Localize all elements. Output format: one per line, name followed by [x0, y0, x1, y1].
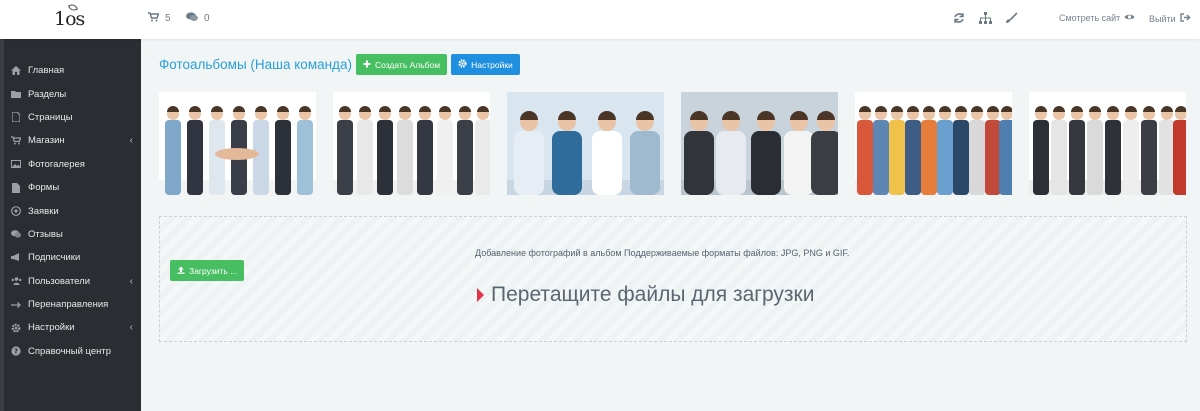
sidebar-item-10[interactable]: Перенаправления	[4, 293, 141, 316]
sidebar-item-label: Магазин	[28, 135, 65, 147]
photo-gallery	[159, 92, 1186, 195]
sidebar-item-label: Формы	[28, 182, 60, 194]
view-site-link[interactable]: Смотреть сайт	[1059, 13, 1135, 23]
office-team-photo[interactable]	[1029, 92, 1186, 195]
comments-icon	[186, 12, 198, 25]
sidebar: Главная Разделы Страницы Магазин ‹ Фотогалере…	[0, 39, 141, 411]
site-logo[interactable]: 1os	[54, 2, 94, 34]
dropzone-text: Перетащите файлы для загрузки	[491, 283, 815, 306]
sidebar-menu: Главная Разделы Страницы Магазин ‹ Фотогалере…	[4, 39, 141, 363]
gear-icon	[10, 322, 22, 334]
sidebar-item-12[interactable]: ? Справочный центр	[4, 340, 141, 363]
inbox-icon	[10, 205, 22, 217]
sidebar-item-1[interactable]: Разделы	[4, 82, 141, 105]
svg-text:?: ?	[14, 348, 18, 356]
sidebar-item-6[interactable]: Заявки	[4, 199, 141, 222]
sidebar-item-label: Перенаправления	[28, 299, 109, 311]
page-title: Фотоальбомы (Наша команда)	[159, 57, 352, 72]
team-hands-photo[interactable]	[159, 92, 316, 195]
gear-icon	[458, 59, 467, 70]
logout-label: Выйти	[1149, 13, 1176, 24]
sitemap-icon[interactable]	[976, 9, 994, 27]
bullhorn-icon	[10, 252, 22, 264]
sidebar-item-5[interactable]: Формы	[4, 176, 141, 199]
sign-out-icon	[1179, 13, 1191, 24]
upload-label: Загрузить ...	[189, 265, 238, 276]
picture-icon	[10, 158, 22, 170]
sidebar-item-label: Справочный центр	[28, 345, 112, 357]
album-settings-button[interactable]: Настройки	[451, 54, 520, 75]
view-site-label: Смотреть сайт	[1059, 13, 1121, 23]
sidebar-item-label: Настройки	[28, 322, 75, 334]
sidebar-item-label: Фотогалерея	[28, 158, 85, 170]
sidebar-item-label: Отзывы	[28, 228, 63, 240]
redirect-icon	[10, 299, 22, 311]
comments-icon	[10, 228, 22, 240]
team-high-five-photo[interactable]	[681, 92, 838, 195]
caret-right-icon	[477, 288, 484, 302]
sidebar-item-label: Подписчики	[28, 252, 81, 264]
sidebar-item-2[interactable]: Страницы	[4, 106, 141, 129]
comments-counter[interactable]: 0	[186, 12, 210, 25]
sidebar-item-label: Страницы	[28, 111, 73, 123]
help-icon: ?	[10, 345, 22, 357]
sidebar-item-0[interactable]: Главная	[4, 59, 141, 82]
users-icon	[10, 275, 22, 287]
sidebar-item-label: Главная	[28, 65, 65, 77]
cart-counter[interactable]: 5	[148, 12, 171, 25]
form-icon	[10, 182, 22, 194]
team-smiling-photo[interactable]	[507, 92, 664, 195]
cart-icon	[10, 135, 22, 147]
sidebar-item-label: Заявки	[28, 205, 59, 217]
sidebar-item-11[interactable]: Настройки ‹	[4, 316, 141, 339]
sidebar-item-9[interactable]: Пользователи ‹	[4, 270, 141, 293]
album-settings-label: Настройки	[471, 59, 513, 70]
sidebar-item-8[interactable]: Подписчики	[4, 246, 141, 269]
eye-icon	[1124, 13, 1135, 23]
file-icon	[10, 111, 22, 123]
cart-count: 5	[165, 13, 171, 24]
top-bar: 1os 5 0 Смотреть сайт Выйти	[0, 0, 1200, 39]
brush-icon[interactable]	[1002, 9, 1020, 27]
home-icon	[10, 65, 22, 77]
folder-icon	[10, 88, 22, 100]
logout-link[interactable]: Выйти	[1149, 13, 1191, 24]
logo-text: 1os	[54, 8, 85, 30]
create-album-button[interactable]: Создать Альбом	[355, 54, 448, 75]
dropzone-info: Добавление фотографий в альбом Поддержив…	[475, 248, 850, 258]
comments-count: 0	[204, 13, 210, 24]
main-content: Фотоальбомы (Наша команда) Создать Альбо…	[141, 39, 1200, 411]
sidebar-item-7[interactable]: Отзывы	[4, 223, 141, 246]
team-cheering-photo[interactable]	[333, 92, 490, 195]
chevron-left-icon: ‹	[129, 275, 133, 287]
crowd-jumping-photo[interactable]	[855, 92, 1012, 195]
refresh-icon[interactable]	[950, 9, 968, 27]
sidebar-item-3[interactable]: Магазин ‹	[4, 129, 141, 152]
sidebar-item-4[interactable]: Фотогалерея	[4, 153, 141, 176]
upload-dropzone[interactable]: Загрузить ... Добавление фотографий в ал…	[159, 216, 1187, 342]
sidebar-item-label: Разделы	[28, 88, 67, 100]
cart-icon	[148, 12, 160, 25]
chevron-left-icon: ‹	[129, 135, 133, 147]
chevron-left-icon: ‹	[129, 322, 133, 334]
dropzone-message: Перетащите файлы для загрузки	[477, 283, 814, 307]
plus-icon	[363, 60, 371, 70]
create-album-label: Создать Альбом	[374, 59, 441, 70]
upload-button[interactable]: Загрузить ...	[170, 260, 245, 281]
upload-icon	[177, 266, 185, 276]
page-header: Фотоальбомы (Наша команда) Создать Альбо…	[159, 54, 520, 75]
sidebar-item-label: Пользователи	[28, 275, 91, 287]
